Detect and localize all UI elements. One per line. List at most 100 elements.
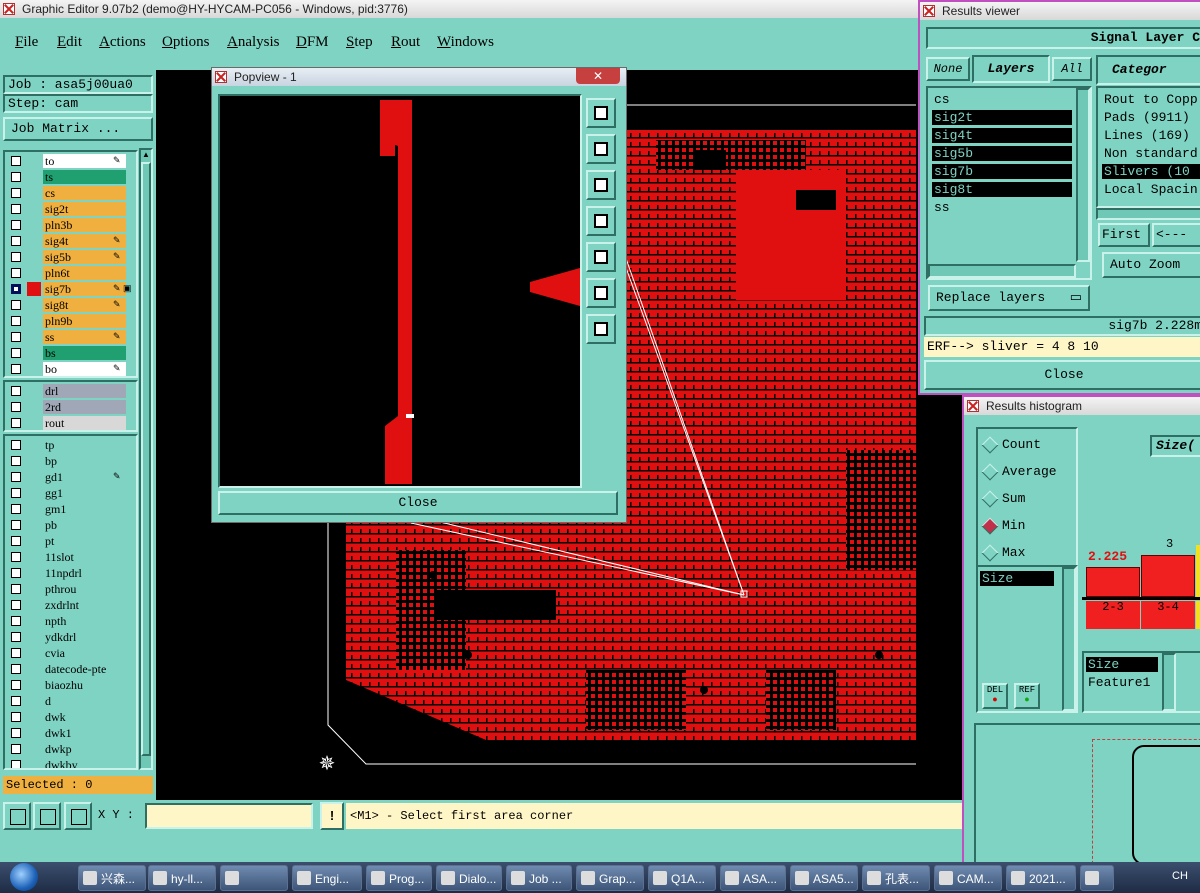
layer-name[interactable]: cs — [43, 186, 126, 200]
zoom-out-icon[interactable] — [586, 314, 616, 344]
radio-indicator-icon[interactable] — [981, 490, 999, 508]
layer-checkbox[interactable] — [11, 204, 21, 214]
layer-name[interactable]: pln6t — [43, 266, 126, 280]
layer-row-cs[interactable]: cs — [3, 185, 153, 201]
snap-grid-icon[interactable] — [64, 802, 92, 830]
layer-checkbox[interactable] — [11, 402, 21, 412]
layer-row-11slot[interactable]: 11slot — [5, 549, 136, 565]
taskbar-item[interactable]: 孔表... — [862, 865, 930, 891]
layer-checkbox[interactable] — [11, 316, 21, 326]
tab-all[interactable]: All — [1052, 57, 1092, 81]
layer-checkbox[interactable] — [11, 616, 21, 626]
category-item[interactable]: Pads (9911) — [1102, 110, 1200, 125]
layer-color-swatch[interactable] — [27, 266, 41, 280]
layer-row-sig2t[interactable]: sig2t — [3, 201, 153, 217]
results-layer-scrollbar[interactable] — [1076, 88, 1090, 262]
layer-color-swatch[interactable] — [27, 662, 41, 676]
layer-checkbox[interactable] — [11, 536, 21, 546]
menu-options[interactable]: Options — [162, 34, 210, 51]
layer-color-swatch[interactable] — [27, 454, 41, 468]
arrow-left-icon[interactable] — [586, 206, 616, 236]
layer-name[interactable]: d — [43, 694, 126, 708]
layer-checkbox[interactable] — [11, 744, 21, 754]
layer-row-bo[interactable]: bo ✎ — [3, 361, 153, 377]
layer-name[interactable]: pthrou — [43, 582, 126, 596]
layer-color-swatch[interactable] — [27, 502, 41, 516]
layer-checkbox[interactable] — [11, 156, 21, 166]
layer-checkbox[interactable] — [11, 364, 21, 374]
field-size[interactable]: Size — [1086, 657, 1158, 672]
layer-checkbox[interactable] — [11, 488, 21, 498]
layer-row-2rd[interactable]: 2rd — [3, 399, 153, 415]
layer-name[interactable]: bp — [43, 454, 126, 468]
layer-color-swatch[interactable] — [27, 170, 41, 184]
measure-icon[interactable] — [33, 802, 61, 830]
layer-row-datecode-pte[interactable]: datecode-pte — [5, 661, 136, 677]
layer-name[interactable]: biaozhu — [43, 678, 126, 692]
menu-windows[interactable]: Windows — [437, 34, 494, 51]
layer-row-pb[interactable]: pb — [5, 517, 136, 533]
layer-row-sig5b[interactable]: sig5b ✎ — [3, 249, 153, 265]
layer-checkbox[interactable] — [11, 386, 21, 396]
category-hscrollbar[interactable] — [1096, 208, 1200, 220]
arrow-right-icon[interactable] — [586, 242, 616, 272]
layer-row-11npdrl[interactable]: 11npdrl — [5, 565, 136, 581]
histogram-bar-3[interactable] — [1196, 545, 1200, 597]
job-matrix-button[interactable]: Job Matrix ... — [3, 117, 153, 141]
layer-checkbox[interactable] — [11, 600, 21, 610]
layer-checkbox[interactable] — [11, 188, 21, 198]
layer-name[interactable]: pln3b — [43, 218, 126, 232]
radio-indicator-icon[interactable] — [981, 517, 999, 535]
layer-color-swatch[interactable] — [27, 154, 41, 168]
layer-row-dwkby[interactable]: dwkby — [5, 757, 136, 768]
layer-checkbox[interactable] — [11, 504, 21, 514]
layer-row-dwk1[interactable]: dwk1 — [5, 725, 136, 741]
layer-row-pln3b[interactable]: pln3b — [3, 217, 153, 233]
category-item[interactable]: Local Spacin — [1102, 182, 1200, 197]
layer-row-ydkdrl[interactable]: ydkdrl — [5, 629, 136, 645]
popview-close-button[interactable]: Close — [218, 491, 618, 515]
histogram-bar-1[interactable] — [1086, 567, 1140, 597]
layer-checkbox[interactable] — [11, 472, 21, 482]
layer-checkbox[interactable] — [11, 220, 21, 230]
layer-color-swatch[interactable] — [27, 234, 41, 248]
layer-row-zxdrlnt[interactable]: zxdrlnt — [5, 597, 136, 613]
stat-radio-count[interactable]: Count — [978, 435, 1076, 455]
taskbar-item[interactable]: ASA... — [720, 865, 786, 891]
layer-color-swatch[interactable] — [27, 646, 41, 660]
radio-indicator-icon[interactable] — [981, 436, 999, 454]
layer-checkbox[interactable] — [11, 632, 21, 642]
layer-row-rout[interactable]: rout — [3, 415, 153, 431]
menu-edit[interactable]: Edit — [57, 34, 82, 51]
layer-checkbox[interactable] — [11, 236, 21, 246]
layer-checkbox[interactable] — [11, 284, 21, 294]
layer-row-cvia[interactable]: cvia — [5, 645, 136, 661]
layer-name[interactable]: ydkdrl — [43, 630, 126, 644]
radio-indicator-icon[interactable] — [981, 463, 999, 481]
layer-row-ss[interactable]: ss ✎ — [3, 329, 153, 345]
layer-name[interactable]: cvia — [43, 646, 126, 660]
layer-checkbox[interactable] — [11, 268, 21, 278]
tab-none[interactable]: None — [926, 57, 970, 81]
layer-row-dwk[interactable]: dwk — [5, 709, 136, 725]
close-icon[interactable]: ✕ — [576, 68, 620, 84]
results-layer-item[interactable]: sig5b — [932, 146, 1072, 161]
layer-row-gg1[interactable]: gg1 — [5, 485, 136, 501]
layer-name[interactable]: 11slot — [43, 550, 126, 564]
taskbar-item[interactable]: Engi... — [292, 865, 362, 891]
stat-radio-average[interactable]: Average — [978, 462, 1076, 482]
layer-color-swatch[interactable] — [27, 346, 41, 360]
arrow-up-icon[interactable] — [586, 134, 616, 164]
fields-scrollbar[interactable] — [1162, 653, 1176, 711]
layer-name[interactable]: drl — [43, 384, 126, 398]
layer-color-swatch[interactable] — [27, 384, 41, 398]
layer-color-swatch[interactable] — [27, 742, 41, 756]
layer-name[interactable]: dwkp — [43, 742, 126, 756]
attr-size[interactable]: Size — [980, 571, 1054, 586]
layer-color-swatch[interactable] — [27, 186, 41, 200]
layer-color-swatch[interactable] — [27, 694, 41, 708]
taskbar-item[interactable]: 兴森... — [78, 865, 146, 891]
arrow-down-icon[interactable] — [586, 170, 616, 200]
zoom-area-icon[interactable] — [3, 802, 31, 830]
layer-checkbox[interactable] — [11, 728, 21, 738]
